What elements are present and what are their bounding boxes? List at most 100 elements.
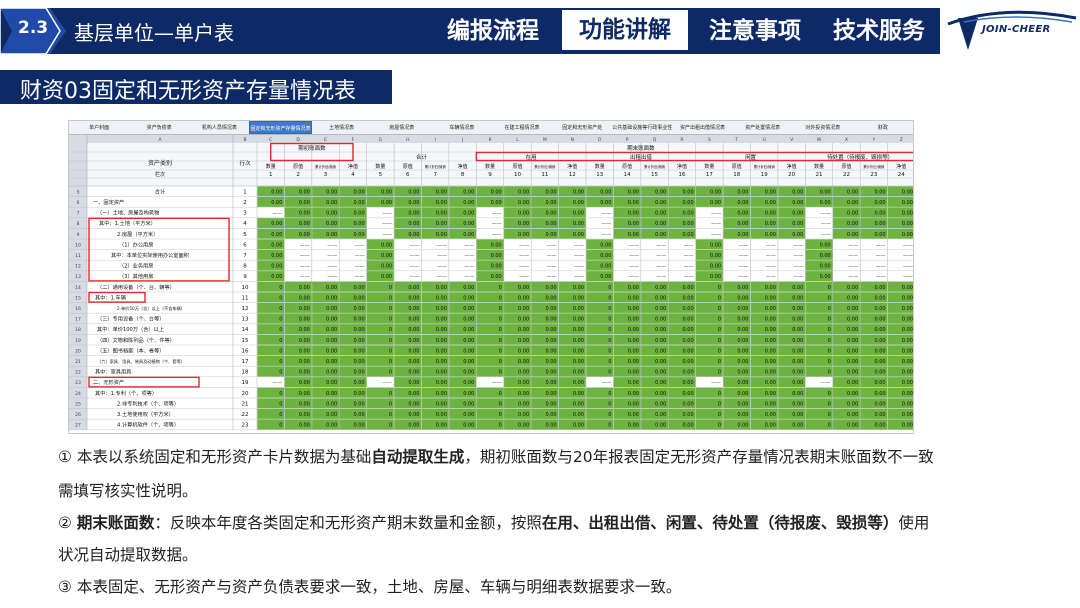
sheet-tab[interactable]: 对外投资情况表 [793, 121, 853, 134]
data-cell-value: 0.00 [874, 412, 885, 418]
data-cell-value: 0.00 [573, 306, 584, 312]
nav-item-support[interactable]: 技术服务 [818, 8, 940, 54]
data-cell-value: 0 [608, 401, 611, 407]
sheet-tab[interactable]: 在建工程情况表 [492, 121, 552, 134]
sheet-tab[interactable]: 财政 [853, 121, 913, 134]
data-cell-value: 0.00 [792, 232, 803, 238]
data-cell-value: 0.00 [518, 200, 529, 206]
data-cell-value: 0.00 [683, 232, 694, 238]
header-sub-label: 累计折旧/摊销 [644, 164, 666, 169]
data-cell-value: 0.00 [326, 232, 337, 238]
data-cell-value: 0.00 [436, 348, 447, 354]
nav-item-features[interactable]: 功能讲解 [562, 10, 688, 50]
data-cell-value: 0.00 [628, 285, 639, 291]
nav-item-process[interactable]: 编报流程 [432, 8, 554, 54]
data-cell-value: 0.00 [573, 338, 584, 344]
header-sub-label: 原值 [841, 163, 851, 170]
data-cell-value: 0.00 [408, 232, 419, 238]
data-cell-value: 0.00 [573, 412, 584, 418]
data-cell-value: 0.00 [628, 295, 639, 301]
data-cell-value: —— [519, 264, 529, 270]
data-cell-value: 0.00 [573, 401, 584, 407]
data-cell-value: —— [382, 211, 392, 217]
sheet-tab[interactable]: 机构人员情况表 [189, 121, 249, 134]
data-cell-value: —— [739, 274, 749, 280]
sheet-tab[interactable]: 资产出租出借情况表 [672, 121, 732, 134]
data-cell-value: 0.00 [326, 359, 337, 365]
data-cell-value: 0 [389, 285, 392, 291]
data-cell-value: 0.00 [902, 327, 913, 333]
data-cell-value: 0.00 [628, 211, 639, 217]
column-letter: U [763, 137, 766, 143]
data-cell-value: 0 [608, 348, 611, 354]
header-seq-label: 栏次 [155, 171, 165, 178]
data-cell-value: 0.00 [299, 423, 310, 429]
data-cell-value: 0 [279, 348, 282, 354]
sheet-tab[interactable]: 公共基础设施等行政事业性国有资产情况表 [612, 121, 672, 134]
data-cell-value: —— [848, 274, 858, 280]
data-cell-value: 0 [828, 285, 831, 291]
data-cell-value: 0.00 [299, 327, 310, 333]
data-cell-value: 0.00 [545, 211, 556, 217]
sheet-tab[interactable]: 固定和无形资产处 [552, 121, 612, 134]
data-cell-value: 0.00 [902, 338, 913, 344]
note-1: ① 本表以系统固定和无形资产卡片数据为基础自动提取生成，期初账面数与20年报表固… [58, 446, 1058, 468]
data-cell-value: —— [300, 264, 310, 270]
line-number-cell: 7 [243, 253, 247, 259]
column-number: 1 [269, 172, 273, 178]
column-number: 10 [514, 172, 521, 178]
data-cell-value: 0.00 [326, 391, 337, 397]
data-cell-value: 0.00 [326, 401, 337, 407]
data-cell-value: 0.00 [436, 211, 447, 217]
note-text: ：反映本年度各类固定和无形资产期末数量和金额，按照 [154, 514, 542, 532]
data-cell-value: —— [300, 274, 310, 280]
sheet-tab[interactable]: 资产负债表 [129, 121, 189, 134]
note-text: ，期初账面数与20年报表固定无形资产存量情况表期末账面数不一致 [464, 448, 934, 466]
data-cell-value: 0.00 [354, 211, 365, 217]
data-cell-value: 0.00 [299, 412, 310, 418]
sheet-tab[interactable]: 固定和无形资产存量情况表 [249, 121, 312, 134]
data-cell-value: 0.00 [299, 306, 310, 312]
header-sub-label: 数量 [485, 163, 495, 170]
nav-item-notes[interactable]: 注意事项 [694, 8, 816, 54]
data-cell-value: 0.00 [326, 380, 337, 386]
data-cell-value: 0.00 [491, 253, 502, 259]
row-number: 27 [75, 423, 81, 429]
row-number: 10 [75, 242, 81, 248]
note-text: 本表固定、无形资产与资产负债表要求一致，土地、房屋、车辆与明细表数据要求一致。 [76, 578, 682, 596]
sheet-tab[interactable]: 土地情况表 [312, 121, 372, 134]
row-number: 24 [75, 391, 81, 397]
data-cell-value: 0.00 [326, 370, 337, 376]
data-cell-value: 0.00 [573, 317, 584, 323]
line-number-cell: 13 [242, 317, 249, 323]
asset-category-cell: 其中：1.专利（个、项等） [95, 389, 157, 397]
asset-category-cell: （1）办公用房 [119, 240, 153, 248]
asset-category-cell: （三）专用设备（个、台等） [97, 315, 164, 323]
column-letter: R [680, 137, 683, 143]
header-sub-label: 原值 [732, 163, 742, 170]
data-cell-value: —— [903, 274, 913, 280]
data-cell-value: —— [492, 221, 502, 227]
sheet-tab[interactable]: 房屋情况表 [372, 121, 432, 134]
data-cell-value: 0.00 [737, 327, 748, 333]
section-number: 2.3 [18, 18, 49, 38]
sheet-tab[interactable]: 资产处置情况表 [733, 121, 793, 134]
data-cell-value: 0 [279, 295, 282, 301]
data-cell-value: —— [711, 211, 721, 217]
note-1-continuation: 需填写核实性说明。 [58, 482, 198, 500]
data-cell-value: 0.00 [545, 423, 556, 429]
data-cell-value: 0 [828, 295, 831, 301]
sheet-tab[interactable]: 车辆情况表 [432, 121, 492, 134]
note-emphasis: 自动提取生成 [371, 448, 465, 466]
data-cell-value: 0.00 [463, 370, 474, 376]
data-cell-value: 0.00 [436, 317, 447, 323]
data-cell-value: —— [629, 253, 639, 259]
data-cell-value: 0.00 [463, 412, 474, 418]
data-cell-value: —— [848, 242, 858, 248]
sheet-tab[interactable]: 单户封面 [69, 121, 129, 134]
header-sub-label: 原值 [403, 163, 413, 170]
column-letter: T [734, 137, 738, 143]
data-cell-value: 0.00 [518, 423, 529, 429]
column-letter: Y [872, 137, 876, 143]
data-cell-value: 0.00 [545, 401, 556, 407]
